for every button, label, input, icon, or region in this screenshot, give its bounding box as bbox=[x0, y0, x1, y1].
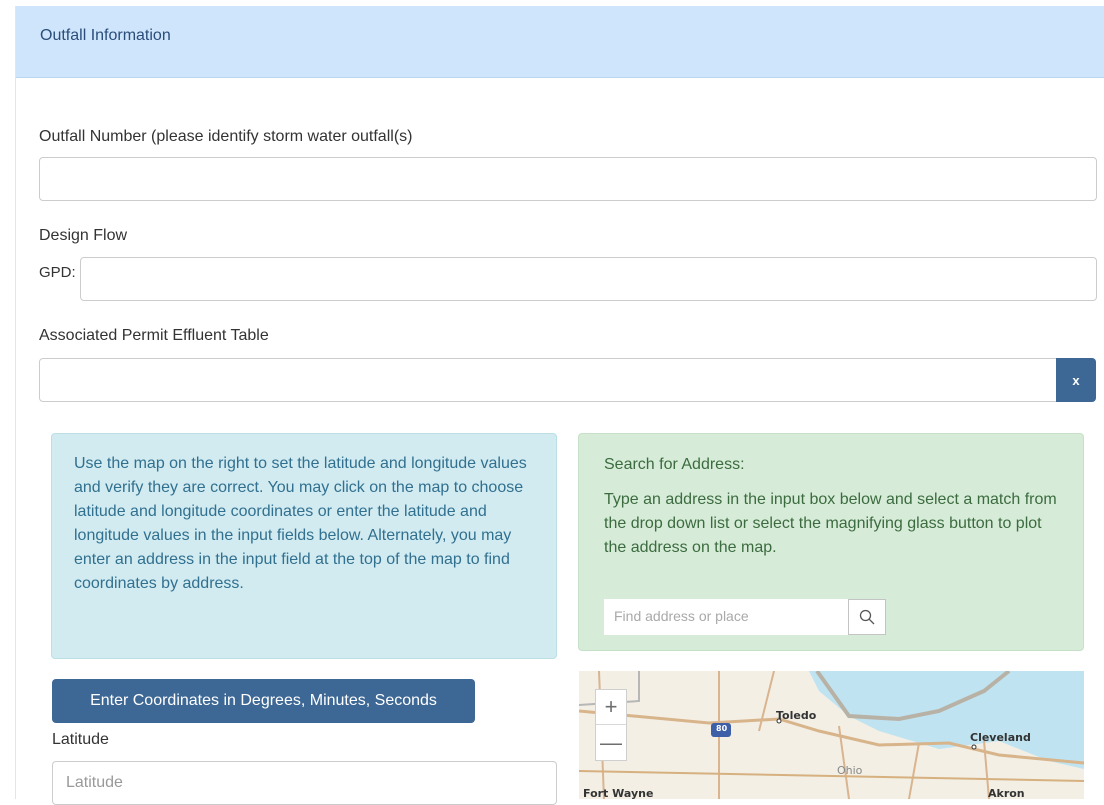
zoom-in-button[interactable]: + bbox=[596, 690, 626, 725]
map-label-fort-wayne: Fort Wayne bbox=[583, 787, 654, 799]
address-search-panel: Search for Address: Type an address in t… bbox=[578, 433, 1084, 651]
search-icon bbox=[859, 609, 875, 625]
design-flow-label: Design Flow bbox=[39, 227, 128, 244]
panel-heading: Outfall Information bbox=[16, 6, 1104, 78]
latitude-input[interactable]: Latitude bbox=[52, 761, 557, 805]
map-instructions-alert: Use the map on the right to set the lati… bbox=[51, 433, 557, 659]
gpd-label: GPD: bbox=[39, 264, 76, 281]
search-title: Search for Address: bbox=[604, 456, 745, 473]
latitude-label: Latitude bbox=[52, 731, 109, 748]
map-label-highway: 80 bbox=[716, 724, 728, 733]
search-button[interactable] bbox=[848, 599, 886, 635]
clear-effluent-button[interactable]: x bbox=[1056, 358, 1096, 402]
zoom-control: + — bbox=[595, 689, 627, 761]
map-label-akron: Akron bbox=[988, 787, 1025, 799]
address-search-input[interactable]: Find address or place bbox=[604, 599, 848, 635]
zoom-out-button[interactable]: — bbox=[596, 725, 626, 760]
map-label-cleveland: Cleveland bbox=[970, 731, 1031, 744]
effluent-table-input[interactable] bbox=[39, 358, 1057, 402]
map-label-ohio: Ohio bbox=[837, 764, 863, 777]
outfall-number-label: Outfall Number (please identify storm wa… bbox=[39, 128, 413, 145]
panel-title: Outfall Information bbox=[40, 27, 171, 44]
gpd-input[interactable] bbox=[80, 257, 1097, 301]
outfall-number-input[interactable] bbox=[39, 157, 1097, 201]
enter-dms-coordinates-button[interactable]: Enter Coordinates in Degrees, Minutes, S… bbox=[52, 679, 475, 723]
location-map[interactable]: + — Toledo 80 Cleveland Ohio Fort Wayne … bbox=[579, 671, 1084, 799]
map-label-toledo: Toledo bbox=[776, 709, 817, 722]
effluent-table-label: Associated Permit Effluent Table bbox=[39, 327, 269, 344]
search-instructions: Type an address in the input box below a… bbox=[604, 491, 1057, 556]
